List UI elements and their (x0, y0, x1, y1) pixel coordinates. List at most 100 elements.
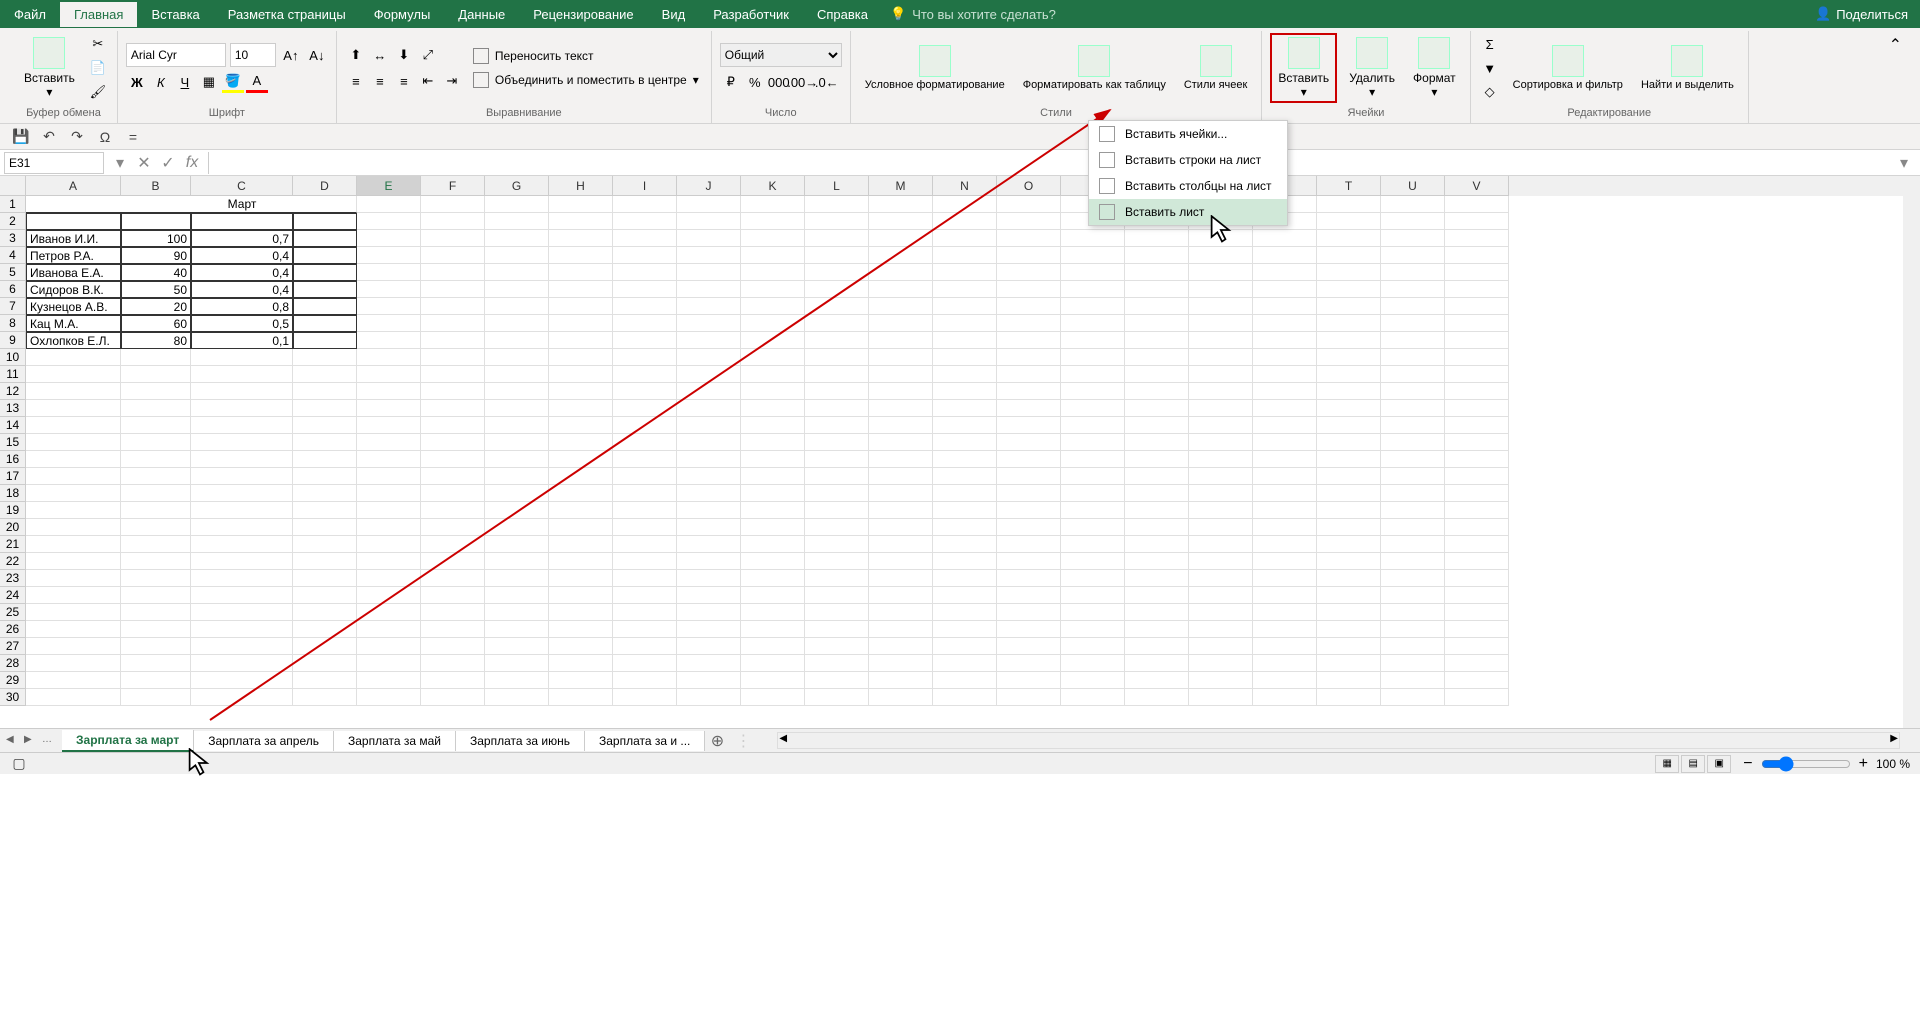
cell[interactable] (677, 400, 741, 417)
cell[interactable] (1189, 672, 1253, 689)
cell[interactable] (293, 468, 357, 485)
cell[interactable] (869, 672, 933, 689)
cell[interactable] (1381, 213, 1445, 230)
cell[interactable] (613, 383, 677, 400)
cell[interactable] (1381, 672, 1445, 689)
cell[interactable] (1125, 604, 1189, 621)
cell[interactable] (1189, 536, 1253, 553)
cell[interactable] (26, 621, 121, 638)
cell[interactable] (1253, 553, 1317, 570)
cell[interactable] (1317, 570, 1381, 587)
cell[interactable] (421, 570, 485, 587)
cell[interactable] (997, 264, 1061, 281)
cell[interactable] (997, 468, 1061, 485)
cell[interactable] (933, 536, 997, 553)
cell[interactable] (1189, 315, 1253, 332)
cell[interactable] (805, 213, 869, 230)
row-header[interactable]: 29 (0, 672, 26, 689)
cell[interactable] (191, 468, 293, 485)
menu-insert-rows[interactable]: Вставить строки на лист (1089, 147, 1287, 173)
cell[interactable] (805, 417, 869, 434)
cell[interactable] (293, 570, 357, 587)
cell[interactable] (933, 417, 997, 434)
cell[interactable] (485, 196, 549, 213)
cell[interactable] (549, 196, 613, 213)
cell[interactable] (1061, 502, 1125, 519)
cell[interactable] (485, 451, 549, 468)
cell[interactable] (1381, 502, 1445, 519)
cell[interactable] (549, 672, 613, 689)
cell[interactable] (677, 689, 741, 706)
col-header-A[interactable]: A (26, 176, 121, 196)
redo-button[interactable]: ↷ (68, 128, 86, 146)
tab-nav-more[interactable]: … (42, 734, 56, 748)
fx-button[interactable]: fx (180, 152, 204, 174)
cell[interactable] (741, 298, 805, 315)
cell[interactable] (1189, 264, 1253, 281)
cell[interactable] (997, 366, 1061, 383)
cell[interactable] (293, 604, 357, 621)
cell[interactable] (613, 213, 677, 230)
cell[interactable] (1317, 247, 1381, 264)
cell[interactable] (933, 451, 997, 468)
enter-formula-button[interactable]: ✓ (156, 152, 180, 174)
cell[interactable] (293, 519, 357, 536)
cell[interactable] (1381, 451, 1445, 468)
cell[interactable] (26, 655, 121, 672)
cell[interactable] (1317, 264, 1381, 281)
row-header[interactable]: 13 (0, 400, 26, 417)
autosum-button[interactable]: Σ (1479, 33, 1501, 55)
row-header[interactable]: 2 (0, 213, 26, 230)
cell[interactable] (1317, 468, 1381, 485)
cell[interactable] (613, 196, 677, 213)
cell[interactable] (1381, 689, 1445, 706)
cell[interactable]: 20 (121, 298, 191, 315)
cell[interactable] (677, 536, 741, 553)
fill-button[interactable]: ▼ (1479, 57, 1501, 79)
cell[interactable]: 90 (121, 247, 191, 264)
cell[interactable] (741, 213, 805, 230)
cell[interactable] (933, 247, 997, 264)
omega-button[interactable]: Ω (96, 128, 114, 146)
cell[interactable] (1445, 298, 1509, 315)
cell[interactable] (805, 230, 869, 247)
cell[interactable] (1381, 621, 1445, 638)
cell[interactable] (357, 281, 421, 298)
cell[interactable] (485, 485, 549, 502)
cell[interactable] (293, 366, 357, 383)
row-header[interactable]: 12 (0, 383, 26, 400)
cell[interactable] (357, 332, 421, 349)
col-header-T[interactable]: T (1317, 176, 1381, 196)
tab-nav-prev[interactable]: ◀ (6, 734, 20, 748)
tab-formulas[interactable]: Формулы (360, 2, 445, 27)
cell[interactable] (933, 383, 997, 400)
cell[interactable] (1445, 400, 1509, 417)
cell[interactable] (741, 332, 805, 349)
cell[interactable] (741, 315, 805, 332)
cell[interactable] (869, 689, 933, 706)
cell[interactable] (869, 468, 933, 485)
cell[interactable] (1125, 383, 1189, 400)
cell[interactable] (26, 519, 121, 536)
decrease-indent-button[interactable]: ⇤ (417, 70, 439, 92)
cell[interactable] (933, 332, 997, 349)
cell[interactable] (549, 213, 613, 230)
cell[interactable] (549, 247, 613, 264)
cell[interactable] (741, 417, 805, 434)
row-header[interactable]: 23 (0, 570, 26, 587)
cell[interactable] (421, 366, 485, 383)
cell[interactable] (613, 468, 677, 485)
cell[interactable] (933, 468, 997, 485)
cell[interactable] (1189, 434, 1253, 451)
cell[interactable]: 0,4 (191, 281, 293, 298)
cell[interactable] (997, 451, 1061, 468)
cell[interactable] (1253, 536, 1317, 553)
normal-view-button[interactable]: ▦ (1655, 755, 1679, 773)
cell[interactable]: 0,5 (191, 315, 293, 332)
cell[interactable] (997, 621, 1061, 638)
cell[interactable] (997, 570, 1061, 587)
tab-home[interactable]: Главная (60, 2, 137, 27)
cell[interactable] (1381, 553, 1445, 570)
row-header[interactable]: 16 (0, 451, 26, 468)
cell[interactable] (1125, 366, 1189, 383)
